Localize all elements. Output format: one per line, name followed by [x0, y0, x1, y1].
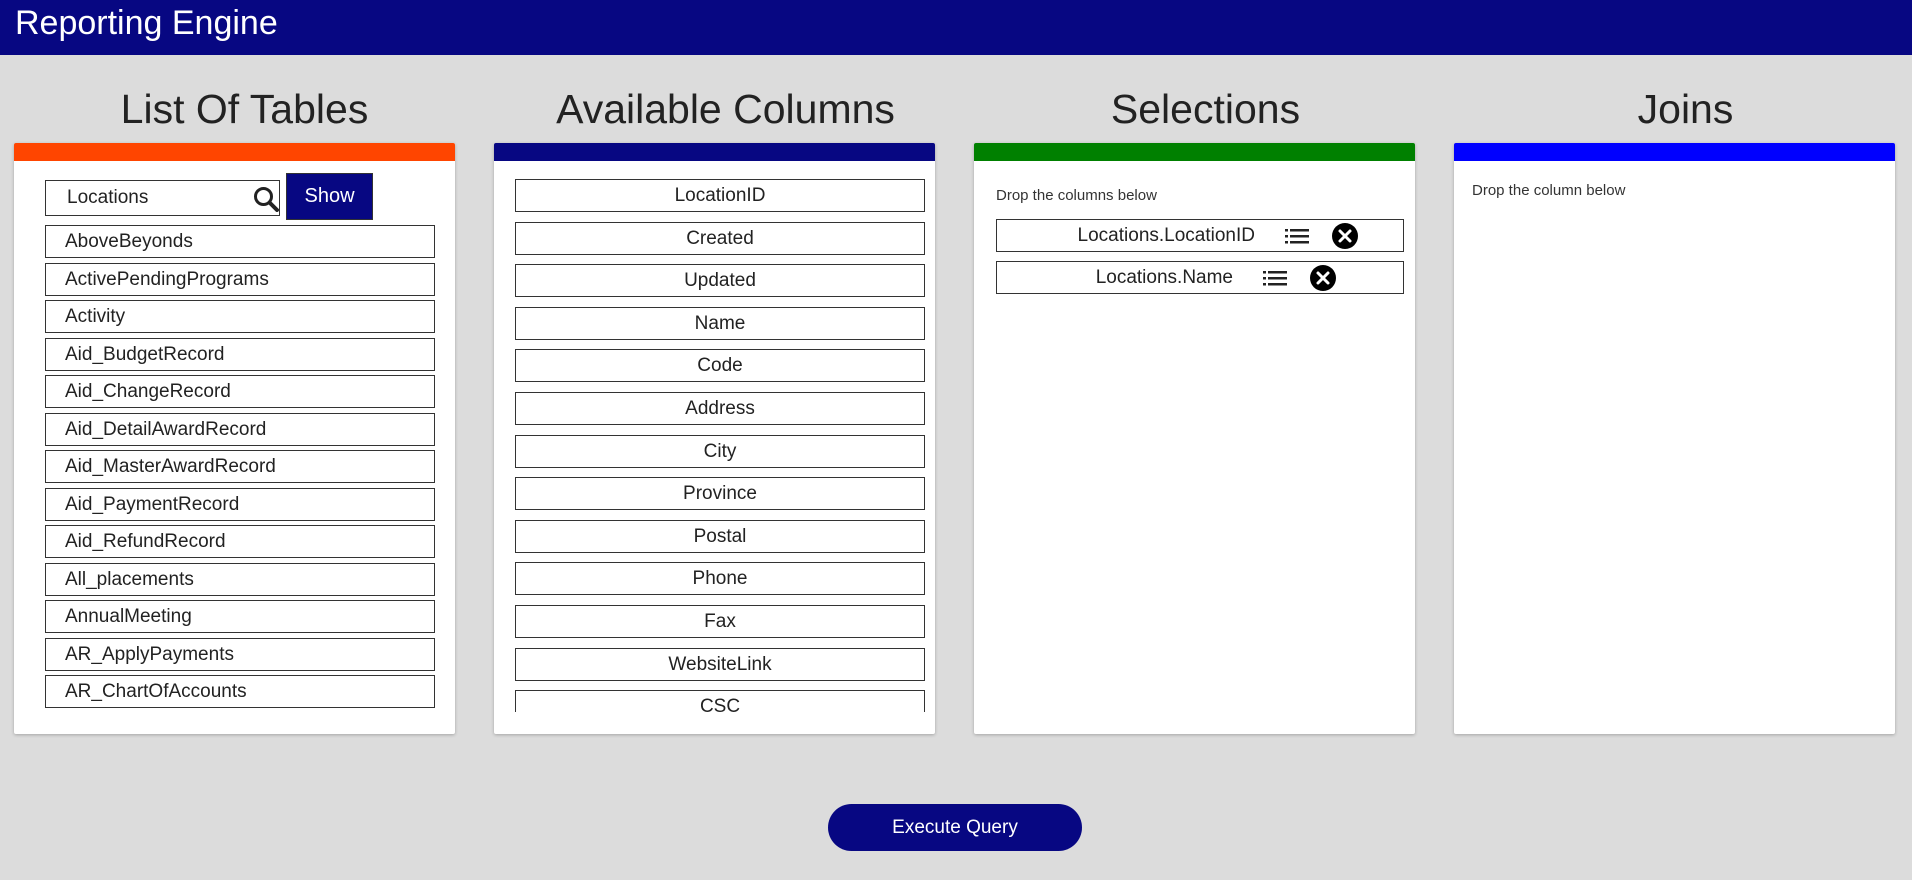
show-button[interactable]: Show	[286, 173, 373, 220]
column-item[interactable]: CSC	[515, 690, 925, 712]
joins-title: Joins	[1637, 86, 1734, 132]
table-list-item[interactable]: Aid_MasterAwardRecord	[45, 450, 435, 483]
column-item[interactable]: City	[515, 434, 925, 468]
table-list-item[interactable]: Aid_PaymentRecord	[45, 487, 435, 521]
table-search-input[interactable]	[45, 180, 280, 216]
list-icon[interactable]	[1263, 270, 1287, 286]
table-list: AboveBeyonds ActivePendingPrograms Activ…	[45, 225, 435, 713]
table-list-item[interactable]: AnnualMeeting	[45, 600, 435, 633]
column-item[interactable]: LocationID	[515, 179, 925, 212]
selection-label: Locations.LocationID	[1077, 225, 1255, 246]
app-header: Reporting Engine	[0, 0, 1912, 55]
column-item[interactable]: Fax	[515, 604, 925, 638]
close-icon[interactable]	[1310, 265, 1336, 291]
table-list-item[interactable]: AboveBeyonds	[45, 225, 435, 258]
search-icon[interactable]	[253, 186, 279, 212]
column-item[interactable]: WebsiteLink	[515, 647, 925, 681]
tables-card: Show AboveBeyonds ActivePendingPrograms …	[14, 143, 455, 734]
joins-drop-hint: Drop the column below	[1472, 182, 1626, 199]
close-icon[interactable]	[1332, 223, 1358, 249]
table-list-item[interactable]: AR_ApplyPayments	[45, 637, 435, 671]
selections-card: Drop the columns below Locations.Locatio…	[974, 143, 1415, 734]
column-item[interactable]: Code	[515, 349, 925, 383]
column-item[interactable]: Province	[515, 477, 925, 511]
tables-title: List Of Tables	[120, 86, 369, 132]
selections-accent-bar	[974, 143, 1415, 161]
column-item[interactable]: Name	[515, 306, 925, 340]
table-list-item[interactable]: All_placements	[45, 562, 435, 596]
column-item[interactable]: Updated	[515, 264, 925, 298]
selections-drop-hint: Drop the columns below	[996, 187, 1157, 204]
table-list-item[interactable]: ActivePendingPrograms	[45, 262, 435, 296]
list-icon[interactable]	[1285, 228, 1309, 244]
selection-item[interactable]: Locations.Name	[996, 261, 1404, 294]
selection-item[interactable]: Locations.LocationID	[996, 219, 1404, 252]
column-item[interactable]: Phone	[515, 562, 925, 596]
table-list-item[interactable]: Aid_RefundRecord	[45, 525, 435, 558]
column-item[interactable]: Address	[515, 391, 925, 425]
columns-accent-bar	[494, 143, 935, 161]
table-list-item[interactable]: Activity	[45, 300, 435, 333]
column-item[interactable]: Created	[515, 221, 925, 255]
selections-title: Selections	[1110, 86, 1301, 132]
column-item[interactable]: Postal	[515, 519, 925, 553]
column-list[interactable]: LocationID Created Updated Name Code Add…	[515, 179, 925, 712]
table-list-item[interactable]: Aid_BudgetRecord	[45, 337, 435, 371]
app-title: Reporting Engine	[15, 4, 278, 42]
table-list-item[interactable]: AR_ChartOfAccounts	[45, 675, 435, 708]
table-list-item[interactable]: Aid_ChangeRecord	[45, 375, 435, 408]
execute-query-button[interactable]: Execute Query	[828, 804, 1082, 851]
joins-card[interactable]: Drop the column below	[1454, 143, 1895, 734]
tables-accent-bar	[14, 143, 455, 161]
columns-title: Available Columns	[556, 86, 895, 132]
columns-card: LocationID Created Updated Name Code Add…	[494, 143, 935, 734]
joins-accent-bar	[1454, 143, 1895, 161]
selection-label: Locations.Name	[1095, 267, 1233, 288]
table-list-item[interactable]: Aid_DetailAwardRecord	[45, 412, 435, 446]
